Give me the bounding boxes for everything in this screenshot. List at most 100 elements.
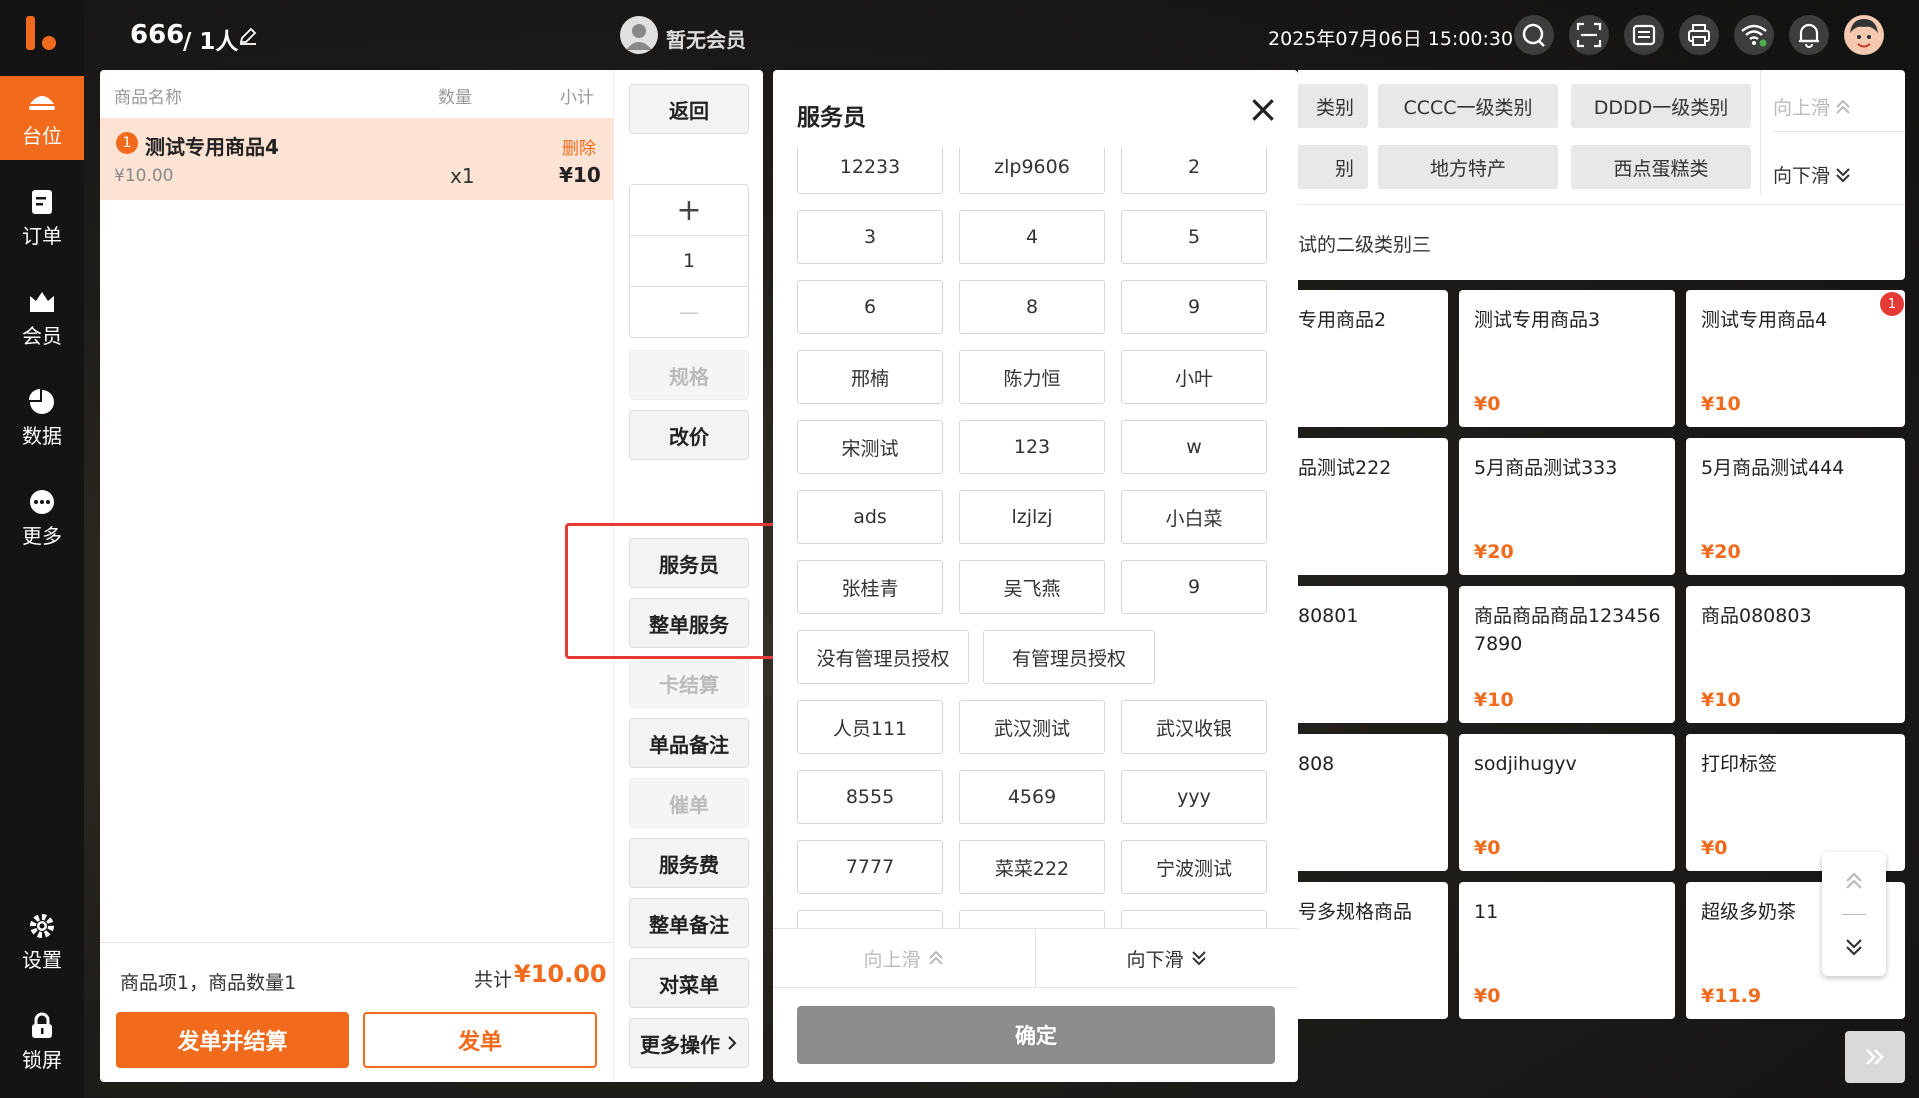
goods-price: ¥0 xyxy=(1474,837,1501,859)
qty-plus-button[interactable]: + xyxy=(630,185,748,236)
notification-button[interactable] xyxy=(1789,15,1829,55)
whole-note-button[interactable]: 整单备注 xyxy=(629,898,749,948)
goods-card[interactable]: 11 ¥0 xyxy=(1459,882,1675,1019)
category-item[interactable]: 类别 xyxy=(1298,84,1368,128)
waiter-option[interactable]: 张桂青 xyxy=(797,560,943,614)
waiter-option[interactable]: yyy xyxy=(1121,770,1267,824)
change-price-button[interactable]: 改价 xyxy=(629,410,749,460)
nav-settings[interactable]: 设置 xyxy=(0,900,84,984)
waiter-option[interactable]: 武汉收银 xyxy=(1121,700,1267,754)
waiter-option[interactable]: 9 xyxy=(1121,280,1267,334)
edit-icon[interactable] xyxy=(238,26,258,46)
category-item[interactable]: DDDD一级类别 xyxy=(1571,84,1751,128)
rush-order-button[interactable]: 催单 xyxy=(629,778,749,828)
waiter-option[interactable]: 没有管理员授权 xyxy=(797,630,969,684)
qty-minus-button[interactable]: — xyxy=(630,287,748,337)
waiter-option[interactable]: 有管理员授权 xyxy=(983,630,1155,684)
waiter-option[interactable]: lzjlzj xyxy=(959,490,1105,544)
close-icon[interactable]: × xyxy=(1243,90,1283,130)
nav-members[interactable]: 会员 xyxy=(0,276,84,360)
waiter-option[interactable]: 武汉测试 xyxy=(959,700,1105,754)
goods-name: 测试专用商品3 xyxy=(1474,309,1601,331)
waiter-option[interactable]: 8555 xyxy=(797,770,943,824)
category-divider xyxy=(1760,70,1761,195)
nav-lock[interactable]: 锁屏 xyxy=(0,1000,84,1084)
col-header-name: 商品名称 xyxy=(114,88,182,108)
category-item[interactable]: CCCC一级类别 xyxy=(1378,84,1558,128)
waiter-option[interactable]: 陈力恒 xyxy=(959,350,1105,404)
category-scroll-up[interactable]: 向上滑 xyxy=(1773,93,1852,120)
waiter-option[interactable]: 宁波测试 xyxy=(1121,840,1267,894)
nav-orders[interactable]: 订单 xyxy=(0,176,84,260)
member-label[interactable]: 暂无会员 xyxy=(666,24,746,53)
waiter-option[interactable]: 8 xyxy=(959,280,1105,334)
waiter-option[interactable]: 小叶 xyxy=(1121,350,1267,404)
waiter-option[interactable]: 小白菜 xyxy=(1121,490,1267,544)
goods-scroll-up-icon[interactable] xyxy=(1843,870,1865,892)
order-item-row[interactable]: 1 测试专用商品4 ¥10.00 x1 删除 ¥10 xyxy=(100,118,613,200)
item-delete-link[interactable]: 删除 xyxy=(562,134,596,159)
waiter-option[interactable]: zlp9606 xyxy=(959,148,1105,194)
send-button[interactable]: 发单 xyxy=(363,1012,597,1068)
nav-tables[interactable]: 台位 xyxy=(0,76,84,160)
goods-card[interactable]: sodjihugyv ¥0 xyxy=(1459,734,1675,871)
waiter-list[interactable]: 12233 zlp9606 2 3 4 5 6 8 9 邢楠 陈力恒 小叶 宋测试 123 w ads lzjl… xyxy=(773,148,1298,994)
category-item[interactable]: 地方特产 xyxy=(1378,145,1558,189)
waiter-option[interactable]: 123 xyxy=(959,420,1105,474)
waiter-option[interactable]: ads xyxy=(797,490,943,544)
category-item[interactable]: 别 xyxy=(1298,145,1368,189)
waiter-option[interactable]: 吴飞燕 xyxy=(959,560,1105,614)
goods-card[interactable]: 商品080803 ¥10 xyxy=(1686,586,1905,723)
service-fee-button[interactable]: 服务费 xyxy=(629,838,749,888)
nav-more[interactable]: 更多 xyxy=(0,476,84,560)
waiter-scroll-up[interactable]: 向上滑 xyxy=(773,929,1035,987)
waiter-option[interactable]: 宋测试 xyxy=(797,420,943,474)
goods-name: 商品商品商品1234567890 xyxy=(1474,605,1661,655)
goods-card[interactable]: 5月商品测试333 ¥20 xyxy=(1459,438,1675,575)
waiter-option[interactable]: 邢楠 xyxy=(797,350,943,404)
search-button[interactable] xyxy=(1514,15,1554,55)
goods-card[interactable]: 商品商品商品1234567890 ¥10 xyxy=(1459,586,1675,723)
waiter-option[interactable]: 9 xyxy=(1121,560,1267,614)
qty-value[interactable]: 1 xyxy=(630,236,748,287)
wifi-button[interactable] xyxy=(1734,15,1774,55)
printer-button[interactable] xyxy=(1679,15,1719,55)
goods-card[interactable]: 测试专用商品3 ¥0 xyxy=(1459,290,1675,427)
waiter-option[interactable]: 3 xyxy=(797,210,943,264)
check-order-button[interactable]: 对菜单 xyxy=(629,958,749,1008)
category-scroll-down[interactable]: 向下滑 xyxy=(1773,161,1852,188)
card-settle-button[interactable]: 卡结算 xyxy=(629,658,749,708)
subcategory-item[interactable]: 试的二级类别三 xyxy=(1298,230,1431,257)
item-note-button[interactable]: 单品备注 xyxy=(629,718,749,768)
waiter-option[interactable]: 6 xyxy=(797,280,943,334)
nav-data[interactable]: 数据 xyxy=(0,376,84,460)
user-avatar[interactable] xyxy=(1844,15,1884,55)
send-and-pay-button[interactable]: 发单并结算 xyxy=(116,1012,349,1068)
expand-panel-button[interactable] xyxy=(1845,1031,1905,1083)
waiter-scroll-down[interactable]: 向下滑 xyxy=(1036,929,1298,987)
member-avatar[interactable] xyxy=(620,16,658,54)
back-button[interactable]: 返回 xyxy=(629,84,749,134)
goods-price: ¥0 xyxy=(1474,985,1501,1007)
goods-card[interactable]: 打印标签 ¥0 xyxy=(1686,734,1905,871)
waiter-option[interactable]: 2 xyxy=(1121,148,1267,194)
waiter-option[interactable]: 4569 xyxy=(959,770,1105,824)
category-item[interactable]: 西点蛋糕类 xyxy=(1571,145,1751,189)
goods-card[interactable]: 5月商品测试444 ¥20 xyxy=(1686,438,1905,575)
list-button[interactable] xyxy=(1624,15,1664,55)
more-operations-button[interactable]: 更多操作 xyxy=(629,1018,749,1068)
waiter-option[interactable]: 7777 xyxy=(797,840,943,894)
confirm-button[interactable]: 确定 xyxy=(797,1006,1275,1064)
goods-scroll-down-icon[interactable] xyxy=(1843,936,1865,958)
spec-button[interactable]: 规格 xyxy=(629,350,749,400)
waiter-option[interactable]: 人员111 xyxy=(797,700,943,754)
waiter-option[interactable]: 5 xyxy=(1121,210,1267,264)
waiter-option[interactable]: 12233 xyxy=(797,148,943,194)
waiter-option[interactable]: 4 xyxy=(959,210,1105,264)
scan-button[interactable] xyxy=(1569,15,1609,55)
waiter-option[interactable]: w xyxy=(1121,420,1267,474)
category-scroll-divider xyxy=(1773,131,1905,132)
summary-divider xyxy=(100,942,613,943)
goods-card[interactable]: 测试专用商品4 ¥10 xyxy=(1686,290,1905,427)
waiter-option[interactable]: 菜菜222 xyxy=(959,840,1105,894)
